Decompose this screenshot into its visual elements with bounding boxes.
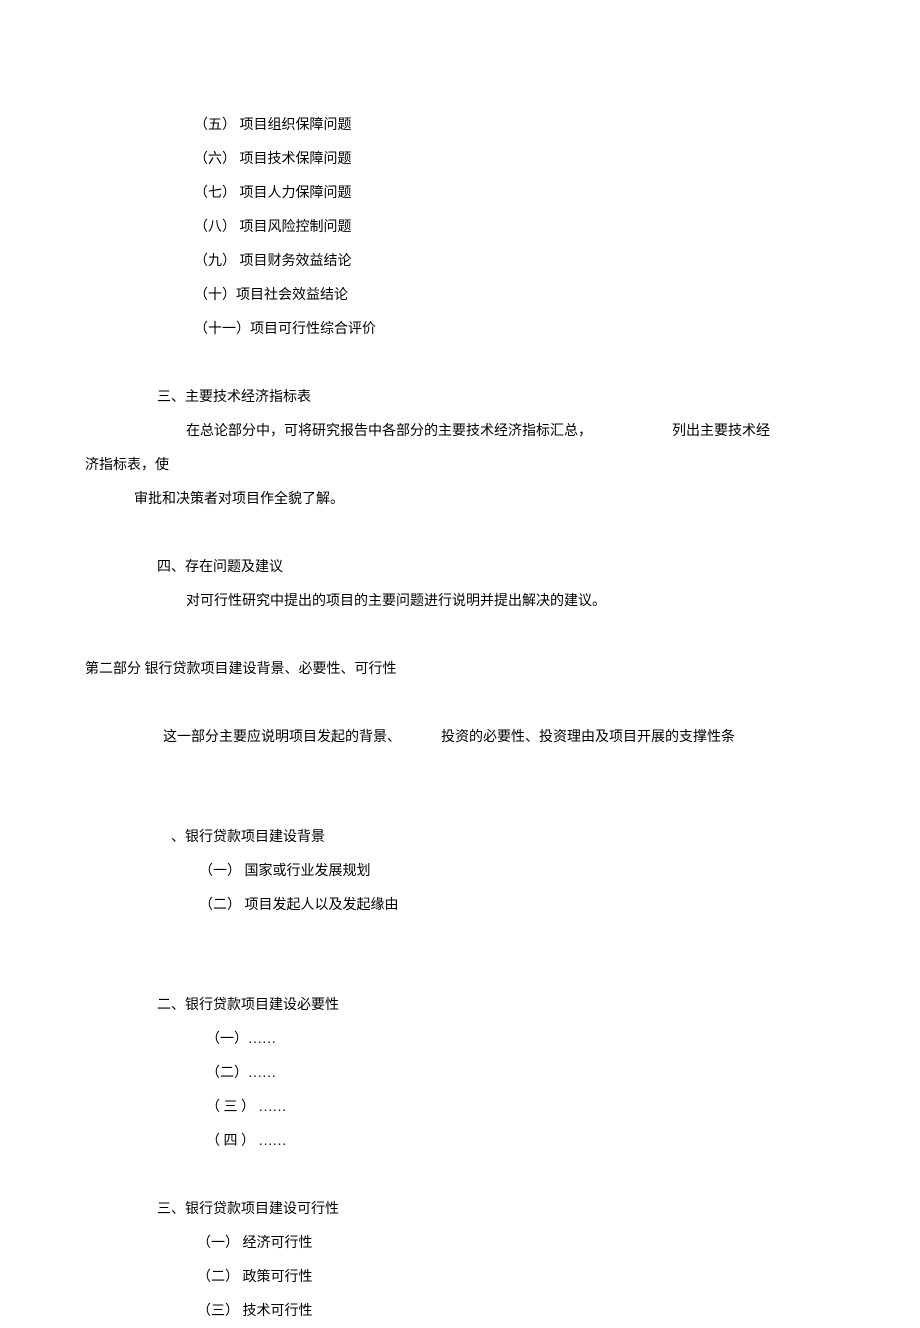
paragraph-line: 济指标表，使 (0, 448, 920, 482)
list-item: （八） 项目风险控制问题 (0, 210, 920, 244)
text: 对可行性研究中提出的项目的主要问题进行说明并提出解决的建议。 (186, 591, 606, 612)
text: 、银行贷款项目建设背景 (171, 827, 325, 848)
text: 四、存在问题及建议 (157, 557, 283, 578)
list-item: （六） 项目技术保障问题 (0, 142, 920, 176)
text: 三、银行贷款项目建设可行性 (157, 1199, 339, 1220)
text: 济指标表，使 (85, 455, 169, 476)
text: （六） 项目技术保障问题 (194, 149, 352, 170)
list-item: （九） 项目财务效益结论 (0, 244, 920, 278)
text: （二）…… (206, 1063, 276, 1084)
text: （八） 项目风险控制问题 (194, 217, 352, 238)
text: 二、银行贷款项目建设必要性 (157, 995, 339, 1016)
list-item: （一） 经济可行性 (0, 1226, 920, 1260)
text: 投资的必要性、投资理由及项目开展的支撑性条 (441, 727, 735, 748)
paragraph-line: 审批和决策者对项目作全貌了解。 (0, 482, 920, 516)
heading-4: 四、存在问题及建议 (0, 550, 920, 584)
paragraph-line: 这一部分主要应说明项目发起的背景、 投资的必要性、投资理由及项目开展的支撑性条 (0, 720, 920, 754)
text: （五） 项目组织保障问题 (194, 115, 352, 136)
paragraph-line: 在总论部分中，可将研究报告中各部分的主要技术经济指标汇总， 列出主要技术经 (0, 414, 920, 448)
text: 第二部分 银行贷款项目建设背景、必要性、可行性 (85, 659, 397, 680)
heading-sec3: 三、银行贷款项目建设可行性 (0, 1192, 920, 1226)
list-item: （七） 项目人力保障问题 (0, 176, 920, 210)
list-item: （一） 国家或行业发展规划 (0, 854, 920, 888)
heading-3: 三、主要技术经济指标表 (0, 380, 920, 414)
list-item: （十）项目社会效益结论 (0, 278, 920, 312)
list-item: （十一）项目可行性综合评价 (0, 312, 920, 346)
text: （二） 项目发起人以及发起缘由 (199, 895, 399, 916)
heading-sec2: 二、银行贷款项目建设必要性 (0, 988, 920, 1022)
list-item: （ 三 ） …… (0, 1090, 920, 1124)
text: （十）项目社会效益结论 (194, 285, 348, 306)
text: 这一部分主要应说明项目发起的背景、 (163, 727, 401, 748)
text: （一） 国家或行业发展规划 (199, 861, 371, 882)
list-item: （二） 项目发起人以及发起缘由 (0, 888, 920, 922)
text: （十一）项目可行性综合评价 (194, 319, 376, 340)
text: 审批和决策者对项目作全貌了解。 (134, 489, 344, 510)
list-item: （二）…… (0, 1056, 920, 1090)
heading-sec1: 、银行贷款项目建设背景 (0, 820, 920, 854)
list-item: （三） 技术可行性 (0, 1294, 920, 1328)
text: 三、主要技术经济指标表 (157, 387, 311, 408)
text: （一） 经济可行性 (197, 1233, 313, 1254)
text: （九） 项目财务效益结论 (194, 251, 352, 272)
list-item: （二） 政策可行性 (0, 1260, 920, 1294)
document-page: （五） 项目组织保障问题 （六） 项目技术保障问题 （七） 项目人力保障问题 （… (0, 0, 920, 1328)
text: （ 四 ） …… (206, 1131, 287, 1152)
text: （二） 政策可行性 (197, 1267, 313, 1288)
text: （七） 项目人力保障问题 (194, 183, 352, 204)
list-item: （一）…… (0, 1022, 920, 1056)
text: （三） 技术可行性 (197, 1301, 313, 1322)
text: 列出主要技术经 (672, 421, 770, 442)
list-item: （ 四 ） …… (0, 1124, 920, 1158)
part-title: 第二部分 银行贷款项目建设背景、必要性、可行性 (0, 652, 920, 686)
list-item: （五） 项目组织保障问题 (0, 108, 920, 142)
paragraph-line: 对可行性研究中提出的项目的主要问题进行说明并提出解决的建议。 (0, 584, 920, 618)
text: （一）…… (206, 1029, 276, 1050)
text: （ 三 ） …… (206, 1097, 287, 1118)
text: 在总论部分中，可将研究报告中各部分的主要技术经济指标汇总， (186, 421, 592, 442)
